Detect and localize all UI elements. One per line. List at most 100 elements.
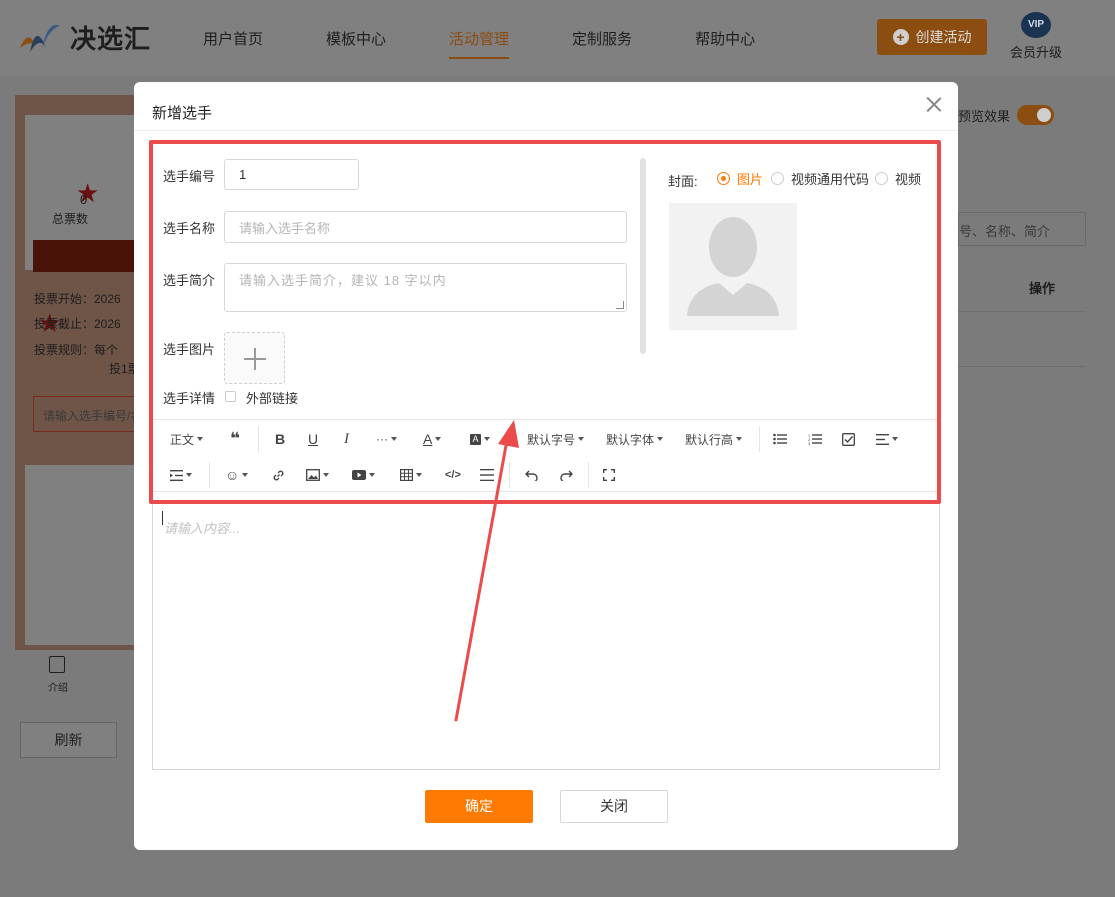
- video-dropdown[interactable]: [352, 465, 375, 485]
- vip-badge-icon: VIP: [1021, 12, 1051, 38]
- form-scrollbar[interactable]: [640, 158, 646, 354]
- image-dropdown[interactable]: [306, 465, 329, 485]
- chevron-down-icon: [657, 437, 664, 441]
- toolbar-divider: [759, 426, 760, 452]
- redo-icon[interactable]: [559, 465, 573, 485]
- line-height-label: 默认行高: [685, 432, 734, 447]
- background-color-icon: A: [470, 433, 481, 445]
- emoji-icon: ☺: [225, 467, 240, 483]
- indent-dropdown[interactable]: [170, 465, 192, 485]
- rich-text-editor[interactable]: 请输入内容...: [152, 492, 940, 770]
- player-name-label: 选手名称: [163, 221, 216, 236]
- logo[interactable]: 决选汇: [16, 18, 151, 56]
- underline-icon[interactable]: U: [308, 429, 318, 449]
- chevron-down-icon: [736, 437, 743, 441]
- person-placeholder-icon: [687, 217, 779, 316]
- vip-upgrade[interactable]: VIP 会员升级: [1008, 12, 1064, 61]
- preview-effect-toggle[interactable]: [1017, 105, 1054, 125]
- cover-image-placeholder[interactable]: [669, 203, 797, 330]
- player-intro-placeholder: 请输入选手简介，建议 18 字以内: [239, 273, 447, 288]
- player-search-input[interactable]: 请输入选手编号/名: [33, 396, 139, 432]
- cover-radio-video[interactable]: [875, 172, 888, 185]
- divider-line-icon[interactable]: [480, 465, 494, 485]
- indent-icon: [170, 469, 183, 481]
- create-activity-button[interactable]: + 创建活动: [877, 19, 987, 55]
- nav-item-custom-service[interactable]: 定制服务: [572, 28, 632, 57]
- image-upload-button[interactable]: [224, 332, 285, 384]
- bold-icon[interactable]: B: [275, 429, 285, 449]
- more-style-dropdown[interactable]: ···: [376, 429, 397, 449]
- font-size-label: 默认字号: [527, 432, 576, 447]
- chevron-down-icon: [323, 473, 329, 477]
- cover-option-video-label[interactable]: 视频: [895, 169, 921, 188]
- confirm-button[interactable]: 确定: [425, 790, 533, 823]
- stat-value: 0: [80, 192, 88, 207]
- preview-banner: [33, 240, 139, 272]
- undo-icon[interactable]: [525, 465, 539, 485]
- plus-circle-icon: +: [892, 29, 909, 45]
- font-color-icon: A: [423, 431, 433, 447]
- cover-option-video-code-label[interactable]: 视频通用代码: [791, 169, 869, 188]
- close-button[interactable]: 关闭: [560, 790, 668, 823]
- font-color-dropdown[interactable]: A: [423, 429, 442, 449]
- editor-placeholder: 请输入内容...: [164, 521, 240, 536]
- align-dropdown[interactable]: [876, 429, 898, 449]
- nav-item-home[interactable]: 用户首页: [203, 28, 263, 57]
- svg-text:3: 3: [808, 441, 811, 445]
- link-icon[interactable]: [272, 465, 285, 485]
- list-search-input[interactable]: 号、名称、简介: [958, 212, 1086, 246]
- player-number-input[interactable]: 1: [224, 159, 359, 190]
- line-height-dropdown[interactable]: 默认行高: [685, 429, 743, 449]
- refresh-button[interactable]: 刷新: [20, 722, 117, 758]
- logo-text: 决选汇: [70, 23, 152, 54]
- more-icon: ···: [376, 432, 388, 446]
- close-icon[interactable]: [926, 96, 942, 112]
- cover-label: 封面:: [668, 174, 698, 189]
- font-family-label: 默认字体: [606, 432, 655, 447]
- font-family-dropdown[interactable]: 默认字体: [606, 429, 664, 449]
- player-intro-textarea[interactable]: 请输入选手简介，建议 18 字以内: [224, 263, 627, 312]
- stat-label: 总票数: [52, 212, 89, 226]
- blockquote-icon[interactable]: ❝: [230, 429, 240, 449]
- chevron-down-icon: [484, 437, 490, 441]
- logo-mark-icon: [16, 18, 62, 56]
- nav-item-help[interactable]: 帮助中心: [695, 28, 755, 57]
- cover-radio-video-code[interactable]: [771, 172, 784, 185]
- font-size-dropdown[interactable]: 默认字号: [527, 429, 585, 449]
- cover-radio-image[interactable]: [717, 172, 730, 185]
- top-navigation-bar: 决选汇 用户首页 模板中心 活动管理 定制服务 帮助中心 + 创建活动 VIP …: [0, 0, 1115, 76]
- align-left-icon: [876, 433, 889, 445]
- nav-item-templates[interactable]: 模板中心: [326, 28, 386, 57]
- italic-icon[interactable]: I: [344, 429, 349, 449]
- intro-tab-label[interactable]: 介绍: [48, 679, 68, 694]
- image-icon: [306, 469, 320, 481]
- player-image-label: 选手图片: [163, 342, 216, 357]
- rich-text-toolbar: 正文 ❝ B U I ··· A A 默认字号 默认字体 默认行高 123 ☺ …: [152, 419, 940, 492]
- external-link-label[interactable]: 外部链接: [246, 388, 298, 407]
- bullet-list-icon[interactable]: [773, 429, 787, 449]
- nav-item-activity-management[interactable]: 活动管理: [449, 28, 510, 59]
- player-name-input[interactable]: 请输入选手名称: [224, 211, 627, 243]
- code-icon[interactable]: </>: [445, 465, 461, 485]
- chevron-down-icon: [242, 473, 249, 477]
- table-dropdown[interactable]: [400, 465, 422, 485]
- toolbar-divider: [509, 462, 510, 488]
- text-cursor: [162, 511, 163, 525]
- emoji-dropdown[interactable]: ☺: [225, 465, 249, 485]
- cover-option-image-label[interactable]: 图片: [737, 169, 763, 188]
- resize-grip-icon[interactable]: [616, 301, 624, 309]
- vote-start-text: 投票开始：2026: [34, 292, 121, 306]
- table-icon: [400, 469, 413, 481]
- paragraph-format-dropdown[interactable]: 正文: [170, 429, 204, 449]
- fullscreen-icon[interactable]: [603, 465, 615, 485]
- preview-effect-label: 预览效果: [958, 109, 1011, 124]
- vip-upgrade-label: 会员升级: [1009, 45, 1062, 60]
- numbered-list-icon[interactable]: 123: [808, 429, 822, 449]
- column-header-action: 操作: [1029, 281, 1056, 296]
- dialog-title: 新增选手: [152, 105, 213, 122]
- todo-checkbox-icon[interactable]: [842, 429, 855, 449]
- background-color-dropdown[interactable]: A: [470, 429, 490, 449]
- intro-tab-icon: [49, 656, 65, 673]
- external-link-checkbox[interactable]: [225, 391, 236, 402]
- player-detail-label: 选手详情: [163, 391, 216, 406]
